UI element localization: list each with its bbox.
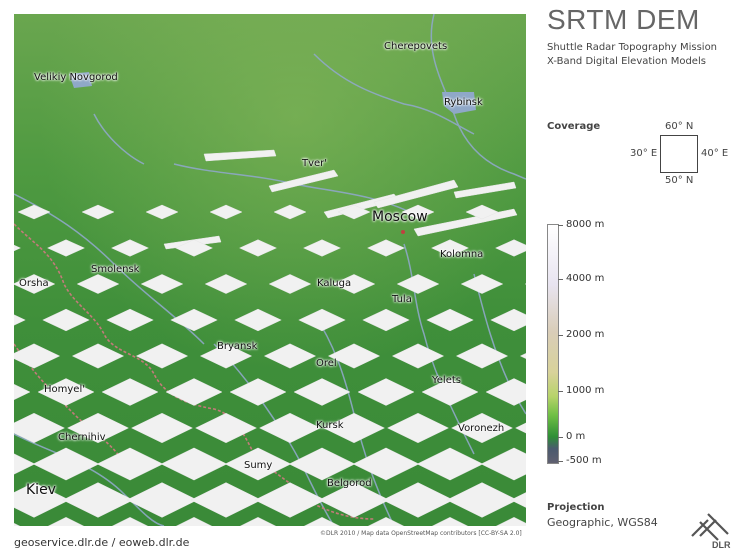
scale-tick <box>558 225 563 226</box>
projection-label: Projection <box>547 502 605 513</box>
scale-label: 2000 m <box>566 329 605 340</box>
coverage-label: Coverage <box>547 121 601 132</box>
city-label: Chernihiv <box>58 432 106 443</box>
scale-tick <box>558 437 563 438</box>
city-label: Homyel' <box>44 384 85 395</box>
scale-tick <box>558 461 563 462</box>
dlr-logo-icon: DLR <box>691 513 731 550</box>
city-label: Tver' <box>302 158 328 169</box>
coverage-west: 30° E <box>630 148 658 159</box>
moscow-marker <box>401 230 405 234</box>
coverage-north: 60° N <box>665 121 694 132</box>
city-label: Cherepovets <box>384 41 448 52</box>
scale-tick <box>558 279 563 280</box>
scale-label: -500 m <box>566 455 602 466</box>
scale-tick <box>558 391 563 392</box>
scale-label: 8000 m <box>566 219 605 230</box>
subtitle-line-1: Shuttle Radar Topography Mission <box>547 42 718 53</box>
coverage-box <box>660 135 698 173</box>
city-label: Kaluga <box>317 278 352 289</box>
scale-label: 4000 m <box>566 273 605 284</box>
projection-value: Geographic, WGS84 <box>547 516 658 529</box>
scale-tick <box>558 335 563 336</box>
scale-label: 0 m <box>566 431 586 442</box>
map-attribution: ©DLR 2010 / Map data OpenStreetMap contr… <box>320 530 522 537</box>
city-label: Orel <box>316 358 337 369</box>
city-label: Tula <box>392 294 412 305</box>
scale-label: 1000 m <box>566 385 605 396</box>
city-label: Velikiy Novgorod <box>34 72 118 83</box>
dlr-logo: DLR <box>688 510 734 554</box>
elevation-map[interactable]: Cherepovets Velikiy Novgorod Rybinsk Tve… <box>14 14 526 526</box>
city-label: Kiev <box>26 482 56 498</box>
city-label: Yelets <box>432 375 461 386</box>
coverage-south: 50° N <box>665 175 694 186</box>
elevation-scale-bar <box>547 224 559 464</box>
city-label: Kolomna <box>440 249 484 260</box>
city-label: Orsha <box>19 278 49 289</box>
city-label: Smolensk <box>91 264 140 275</box>
page-title: SRTM DEM <box>547 4 700 35</box>
city-label: Rybinsk <box>444 97 483 108</box>
subtitle-line-2: X-Band Digital Elevation Models <box>547 56 706 67</box>
footer-links[interactable]: geoservice.dlr.de / eoweb.dlr.de <box>14 536 189 549</box>
city-label: Moscow <box>372 209 428 225</box>
city-label: Sumy <box>244 460 273 471</box>
dlr-logo-text: DLR <box>712 540 731 550</box>
city-label: Kursk <box>316 420 344 431</box>
city-label: Belgorod <box>327 478 372 489</box>
coverage-east: 40° E <box>701 148 729 159</box>
city-label: Voronezh <box>458 423 505 434</box>
city-label: Bryansk <box>217 341 258 352</box>
